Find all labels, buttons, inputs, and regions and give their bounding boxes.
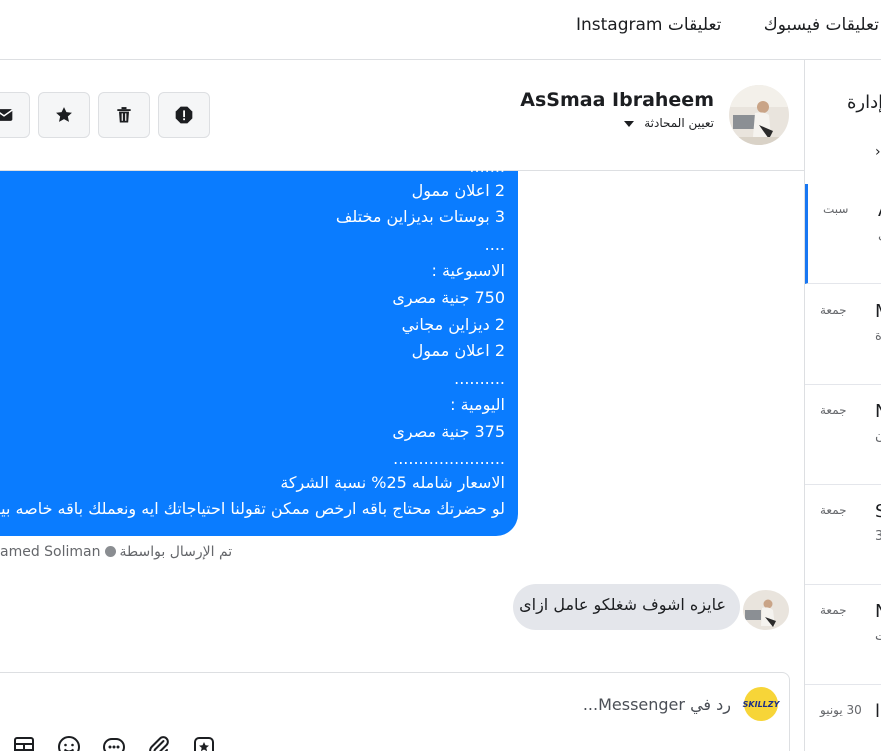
avatar-photo (743, 590, 789, 630)
conversation-initial: ا (875, 701, 881, 722)
chevron-icon[interactable]: › (875, 144, 881, 160)
conversation-initial: S (875, 501, 881, 522)
conversation-item[interactable]: 30 يونيو ا (805, 685, 881, 751)
star-box-icon (194, 737, 214, 751)
outgoing-message-bubble: ....... 2 اعلان ممول 3 بوستات بديزاين مخ… (0, 157, 518, 536)
star-button[interactable] (38, 92, 90, 138)
conversation-initial: N (875, 601, 881, 622)
tab-facebook-comments[interactable]: تعليقات فيسبوك (764, 15, 879, 35)
contact-name: AsSmaa Ibraheem (520, 89, 714, 111)
message-line: 2 اعلان ممول (411, 341, 505, 360)
check-icon (104, 546, 116, 557)
message-line: 750 جنية مصرى (392, 288, 505, 307)
report-spam-button[interactable] (158, 92, 210, 138)
conversation-day: جمعة (820, 403, 847, 417)
reply-composer: SKILLZY (0, 672, 790, 751)
chat-header: AsSmaa Ibraheem تعيين المحادثة (0, 60, 804, 171)
conversation-day: جمعة (820, 503, 847, 517)
message-line: لو حضرتك محتاج باقه ارخص ممكن تقولنا احت… (0, 499, 505, 518)
emoji-button[interactable] (57, 735, 81, 751)
inbox-title: إدارة (847, 92, 881, 113)
page-logo: SKILLZY (743, 687, 779, 721)
saved-replies-button[interactable] (12, 735, 36, 751)
conversation-initial: M (875, 301, 881, 322)
avatar-photo (729, 85, 789, 145)
message-line: 375 جنية مصرى (392, 422, 505, 441)
message-line: ...................... (393, 449, 505, 468)
conversation-item[interactable]: جمعة N ت (805, 585, 881, 685)
sender-avatar (743, 590, 789, 630)
tab-instagram-comments[interactable]: تعليقات Instagram (576, 15, 721, 35)
reply-input[interactable] (291, 691, 731, 717)
conversation-day: 30 يونيو (820, 703, 862, 717)
delete-button[interactable] (98, 92, 150, 138)
caret-down-icon (624, 120, 635, 127)
message-line: اليومية : (450, 395, 505, 414)
conversation-snippet: ن (875, 429, 881, 444)
message-line: 2 ديزاين مجاني (401, 315, 505, 334)
assign-label: تعيين المحادثة (644, 116, 714, 130)
alert-icon (175, 106, 193, 124)
sent-by-agent[interactable]: amed Soliman (0, 544, 101, 560)
conversation-initial: N (875, 401, 881, 422)
message-line: 2 اعلان ممول (411, 181, 505, 200)
conversation-item-active[interactable]: سبت A ي (805, 184, 881, 284)
conversation-snippet: 3 (875, 529, 881, 544)
incoming-message-bubble: عايزه اشوف شغلكو عامل ازاى (513, 584, 740, 630)
table-icon (14, 737, 34, 751)
conversation-item[interactable]: جمعة N ن (805, 385, 881, 485)
inbox-list: إدارة › سبت A ي جمعة M ة جمعة N ن جمعة S… (804, 60, 881, 751)
conversation-day: جمعة (820, 303, 847, 317)
star-reply-button[interactable] (192, 735, 216, 751)
message-line: .... (484, 235, 505, 254)
message-line: 3 بوستات بديزاين مختلف (335, 207, 505, 226)
attach-button[interactable] (147, 735, 171, 751)
more-options-button[interactable] (102, 735, 126, 751)
message-line: الاسعار شامله 25% نسبة الشركة (280, 473, 505, 492)
message-line-partial: ....... (469, 157, 505, 176)
more-icon (103, 738, 125, 751)
email-button[interactable] (0, 92, 30, 138)
paperclip-icon (149, 736, 169, 751)
conversation-snippet: ت (875, 629, 881, 644)
conversation-item[interactable]: جمعة M ة (805, 285, 881, 385)
emoji-icon (58, 736, 80, 751)
contact-avatar[interactable] (729, 85, 789, 145)
assign-conversation-dropdown[interactable]: تعيين المحادثة (624, 116, 714, 130)
message-line: الاسبوعية : (431, 261, 506, 280)
top-tab-bar: تعليقات Instagram تعليقات فيسبوك (0, 0, 881, 60)
conversation-day: جمعة (820, 603, 847, 617)
sent-by-indicator: amed Soliman تم الإرسال بواسطة (0, 544, 232, 560)
conversation-snippet: ة (875, 329, 881, 344)
conversation-item[interactable]: جمعة S 3 (805, 485, 881, 585)
email-icon (0, 109, 13, 121)
star-icon (56, 107, 72, 122)
conversation-day: سبت (823, 202, 849, 216)
sent-by-label: تم الإرسال بواسطة (119, 544, 233, 560)
message-line: .......... (454, 369, 505, 388)
trash-icon (117, 107, 131, 123)
